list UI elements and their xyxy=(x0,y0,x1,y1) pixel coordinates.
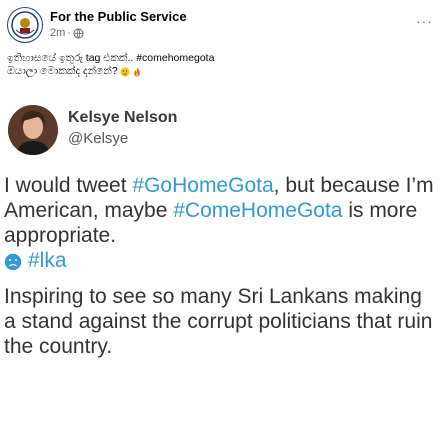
globe-icon xyxy=(73,28,84,39)
tweet-author-handle[interactable]: @Kelsye xyxy=(68,130,128,147)
tweet-author-name[interactable]: Kelsye Nelson xyxy=(68,109,177,127)
post-header: For the Public Service 2m · ··· xyxy=(7,7,435,45)
caption-line-2: ඔයාලා මොකක්ද දන්නේ? xyxy=(7,65,437,78)
tweet-tag-row: #lka xyxy=(4,248,67,273)
hashtag-gohomegota[interactable]: #GoHomeGota xyxy=(132,174,273,197)
caption-line-2-text: ඔයාලා මොකක්ද දන්නේ? xyxy=(7,65,118,77)
thinking-face-icon xyxy=(120,66,130,77)
avatar[interactable] xyxy=(8,105,58,155)
tweet-text-part-1: I would tweet xyxy=(4,174,133,197)
tweet-text: I would tweet #GoHomeGota, but because I… xyxy=(4,173,438,248)
hashtag-comehomegota[interactable]: #ComeHomeGota xyxy=(173,199,342,222)
post-time[interactable]: 2m xyxy=(50,27,65,39)
embedded-tweet: Kelsye Nelson @Kelsye I would tweet #GoH… xyxy=(0,100,442,433)
caption-line-1: ඉතිහාසයේ ඉතුරු tag එකක්.. #comehomegota xyxy=(7,52,215,64)
hashtag-lka[interactable]: #lka xyxy=(28,248,67,273)
post-meta: 2m · xyxy=(50,27,84,39)
meta-separator: · xyxy=(67,27,71,39)
more-options-button[interactable]: ··· xyxy=(416,13,433,29)
coat-of-arms-icon[interactable] xyxy=(7,7,43,43)
frowning-face-icon xyxy=(4,252,22,270)
fire-icon xyxy=(132,67,142,77)
tweet-comment: Inspiring to see so many Sri Lankans mak… xyxy=(4,285,433,358)
post-caption: ඉතිහාසයේ ඉතුරු tag එකක්.. #comehomegota … xyxy=(7,52,437,78)
page-name[interactable]: For the Public Service xyxy=(50,9,187,24)
